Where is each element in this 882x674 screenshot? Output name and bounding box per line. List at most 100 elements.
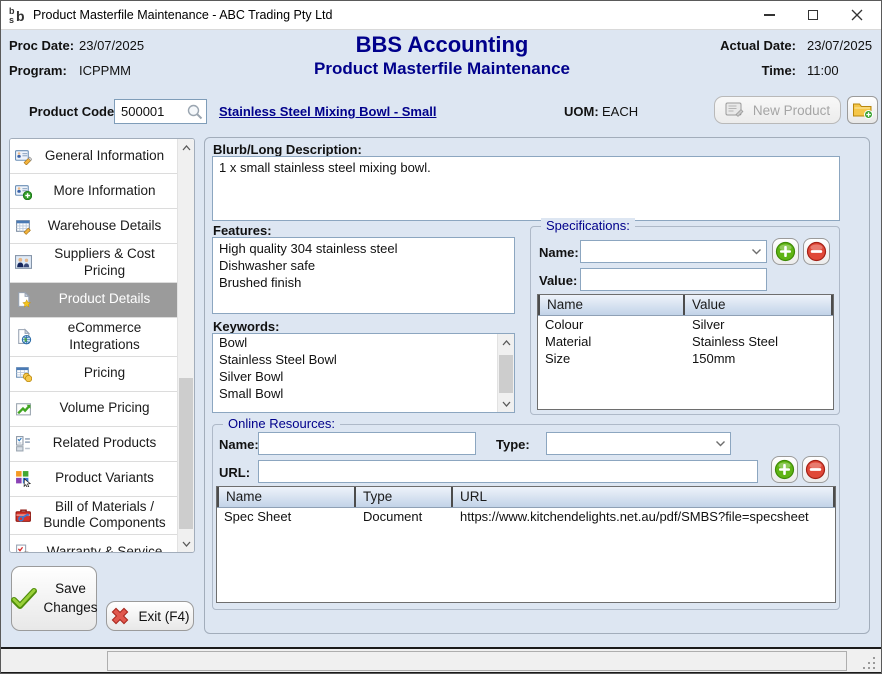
program-label: Program: bbox=[9, 63, 67, 78]
sidebar-item-ecommerce-integrations[interactable]: eCommerce Integrations bbox=[10, 318, 177, 357]
svg-text:b: b bbox=[16, 8, 25, 24]
product-code-input[interactable]: 500001 bbox=[114, 99, 207, 124]
table-cell: Silver bbox=[685, 316, 833, 333]
uom-value: EACH bbox=[602, 104, 638, 119]
resource-type-label: Type: bbox=[496, 437, 530, 452]
column-header[interactable]: Name bbox=[217, 487, 356, 507]
sidebar-item-warehouse-details[interactable]: Warehouse Details bbox=[10, 209, 177, 244]
resource-name-label: Name: bbox=[219, 437, 259, 452]
proc-date-value: 23/07/2025 bbox=[79, 38, 144, 53]
open-folder-button[interactable] bbox=[847, 96, 878, 124]
sidebar-item-label: More Information bbox=[10, 181, 177, 202]
column-header[interactable]: Value bbox=[685, 295, 833, 315]
resource-add-button[interactable] bbox=[771, 456, 798, 483]
status-bar bbox=[1, 649, 881, 672]
spec-add-button[interactable] bbox=[772, 238, 799, 265]
minimize-button[interactable] bbox=[751, 1, 787, 29]
features-textarea[interactable]: High quality 304 stainless steel Dishwas… bbox=[212, 237, 515, 314]
sidebar-item-product-variants[interactable]: Product Variants bbox=[10, 462, 177, 497]
card-add-icon bbox=[15, 183, 32, 200]
features-label: Features: bbox=[213, 223, 272, 238]
column-header[interactable]: Name bbox=[538, 295, 685, 315]
remove-icon bbox=[805, 459, 826, 480]
column-header[interactable]: URL bbox=[453, 487, 835, 507]
window-title: Product Masterfile Maintenance - ABC Tra… bbox=[33, 8, 332, 22]
variants-icon bbox=[15, 470, 32, 487]
blurb-textarea[interactable]: 1 x small stainless steel mixing bowl. bbox=[212, 156, 840, 221]
specifications-table[interactable]: NameValueColourSilverMaterialStainless S… bbox=[537, 294, 834, 410]
scroll-up-icon[interactable] bbox=[498, 335, 514, 350]
proc-date-label: Proc Date: bbox=[9, 38, 74, 53]
new-product-button[interactable]: New Product bbox=[714, 96, 841, 124]
table-body: ColourSilverMaterialStainless SteelSize1… bbox=[538, 316, 833, 367]
card-edit-icon bbox=[15, 148, 32, 165]
keyword-item[interactable]: Small Bowl bbox=[213, 385, 497, 402]
add-icon bbox=[775, 241, 796, 262]
online-resources-legend: Online Resources: bbox=[223, 416, 340, 431]
table-row[interactable]: MaterialStainless Steel bbox=[538, 333, 833, 350]
sidebar-scrollbar[interactable] bbox=[177, 139, 194, 552]
product-details-panel: Blurb/Long Description: 1 x small stainl… bbox=[204, 137, 870, 634]
product-description-link[interactable]: Stainless Steel Mixing Bowl - Small bbox=[219, 104, 436, 119]
sidebar-item-label: Product Details bbox=[10, 289, 177, 310]
sidebar-item-bill-of-materials-bundle-components[interactable]: Bill of Materials / Bundle Components bbox=[10, 497, 177, 536]
spec-name-combobox[interactable] bbox=[580, 240, 767, 263]
close-icon bbox=[851, 9, 863, 21]
table-row[interactable]: Size150mm bbox=[538, 350, 833, 367]
sidebar-item-volume-pricing[interactable]: Volume Pricing bbox=[10, 392, 177, 427]
table-row[interactable]: Spec SheetDocumenthttps://www.kitchendel… bbox=[217, 508, 835, 525]
sidebar-item-label: Pricing bbox=[10, 363, 177, 384]
spec-remove-button[interactable] bbox=[803, 238, 830, 265]
table-cell: Spec Sheet bbox=[217, 508, 356, 525]
scrollbar-thumb[interactable] bbox=[499, 355, 513, 393]
table-header-row: NameValue bbox=[538, 295, 833, 316]
spec-name-label: Name: bbox=[539, 245, 579, 260]
maximize-button[interactable] bbox=[795, 1, 831, 29]
online-resources-group: Online Resources: Name: Type: URL: NameT… bbox=[212, 424, 840, 610]
sidebar-item-suppliers-cost-pricing[interactable]: Suppliers & Cost Pricing bbox=[10, 244, 177, 283]
scroll-up-icon[interactable] bbox=[178, 140, 194, 155]
resource-type-combobox[interactable] bbox=[546, 432, 731, 455]
resource-remove-button[interactable] bbox=[802, 456, 829, 483]
keywords-scrollbar[interactable] bbox=[497, 334, 514, 412]
table-cell: Document bbox=[356, 508, 453, 525]
sidebar-item-more-information[interactable]: More Information bbox=[10, 174, 177, 209]
spec-value-input[interactable] bbox=[580, 268, 767, 291]
resource-url-input[interactable] bbox=[258, 460, 758, 483]
page-title: Product Masterfile Maintenance bbox=[142, 59, 742, 79]
keywords-listbox[interactable]: BowlStainless Steel BowlSilver BowlSmall… bbox=[212, 333, 515, 413]
keyword-item[interactable]: Silver Bowl bbox=[213, 368, 497, 385]
exit-button[interactable]: Exit (F4) bbox=[106, 601, 194, 631]
sidebar-item-pricing[interactable]: Pricing bbox=[10, 357, 177, 392]
sidebar-item-label: eCommerce Integrations bbox=[10, 318, 177, 356]
remove-icon bbox=[806, 241, 827, 262]
close-button[interactable] bbox=[839, 1, 875, 29]
status-message-panel bbox=[107, 651, 847, 671]
resize-grip[interactable] bbox=[862, 656, 875, 669]
column-header[interactable]: Type bbox=[356, 487, 453, 507]
scrollbar-thumb[interactable] bbox=[179, 378, 193, 529]
sidebar-item-product-details[interactable]: Product Details bbox=[10, 283, 177, 318]
sidebar-item-label: Volume Pricing bbox=[10, 398, 177, 419]
keyword-item[interactable]: Bowl bbox=[213, 334, 497, 351]
save-changes-button[interactable]: Save Changes bbox=[11, 566, 97, 631]
scroll-down-icon[interactable] bbox=[178, 536, 194, 551]
related-list-icon bbox=[15, 435, 32, 452]
online-resources-table[interactable]: NameTypeURLSpec SheetDocumenthttps://www… bbox=[216, 486, 836, 603]
search-icon[interactable] bbox=[186, 103, 204, 121]
resource-name-input[interactable] bbox=[258, 432, 476, 455]
sidebar-item-label: Related Products bbox=[10, 433, 177, 454]
sidebar-item-warranty-service[interactable]: Warranty & Service bbox=[10, 535, 177, 552]
warranty-stamp-icon bbox=[15, 544, 32, 552]
sidebar-item-related-products[interactable]: Related Products bbox=[10, 427, 177, 462]
keyword-item[interactable]: Stainless Steel Bowl bbox=[213, 351, 497, 368]
sidebar-item-general-information[interactable]: General Information bbox=[10, 139, 177, 174]
sidebar-item-label: General Information bbox=[10, 146, 177, 167]
scroll-down-icon[interactable] bbox=[498, 396, 514, 411]
actual-date-label: Actual Date: bbox=[691, 38, 796, 53]
app-window: bsb Product Masterfile Maintenance - ABC… bbox=[0, 0, 882, 674]
new-product-label: New Product bbox=[753, 103, 830, 118]
add-icon bbox=[774, 459, 795, 480]
table-row[interactable]: ColourSilver bbox=[538, 316, 833, 333]
sidebar-item-label: Warranty & Service bbox=[10, 542, 177, 552]
